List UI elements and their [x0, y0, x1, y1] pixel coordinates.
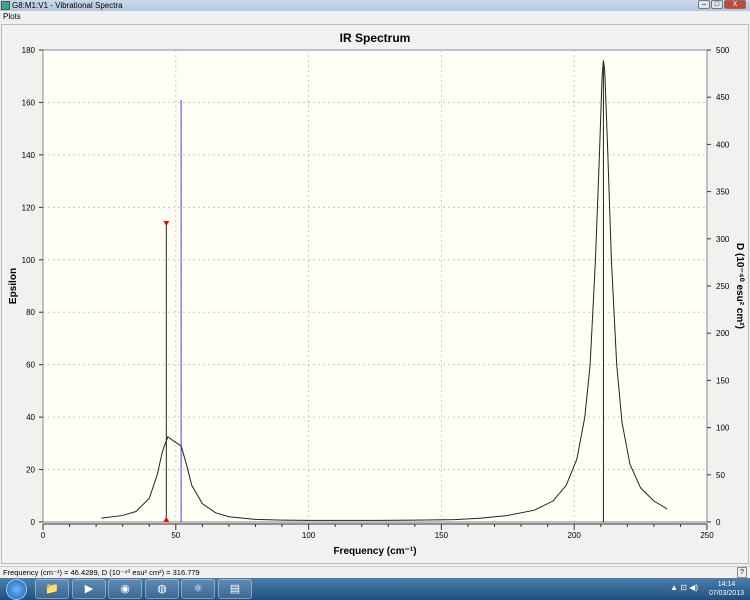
y2-tick-label: 100: [716, 424, 730, 433]
y2-tick-label: 250: [716, 282, 730, 291]
y-tick-label: 140: [22, 151, 36, 160]
clock[interactable]: 14:14 07/03/2013: [709, 580, 744, 598]
plot-area: [42, 49, 708, 523]
y-tick-label: 100: [22, 256, 36, 265]
taskbar: 📁 ▶ ◉ ◍ ⚛ ▤ ▲ ⊡ ◀) 14:14 07/03/2013: [0, 578, 750, 600]
x-tick-label: 100: [302, 531, 316, 540]
y-axis-label: Epsilon: [8, 268, 19, 304]
chrome-taskbar-icon[interactable]: ◉: [108, 579, 142, 599]
x-axis-label: Frequency (cm⁻¹): [333, 546, 416, 557]
y-tick-label: 180: [22, 46, 36, 55]
y2-tick-label: 450: [716, 93, 730, 102]
menu-plots[interactable]: Plots: [3, 12, 21, 21]
gaussview-taskbar-icon[interactable]: ⚛: [181, 579, 215, 599]
y-tick-label: 40: [26, 413, 35, 422]
app-icon: [1, 1, 10, 10]
minimize-button[interactable]: –: [698, 0, 710, 9]
ir-spectrum-chart[interactable]: IR Spectrum0 50 100 150 200 25002040608010012…: [2, 25, 750, 565]
y-tick-label: 20: [26, 466, 35, 475]
y2-tick-label: 300: [716, 235, 730, 244]
start-button[interactable]: [6, 579, 27, 600]
document-taskbar-icon[interactable]: ▤: [218, 579, 252, 599]
clock-time: 14:14: [717, 581, 736, 588]
y-tick-label: 160: [22, 98, 36, 107]
tray-icons[interactable]: ▲ ⊡ ◀): [670, 583, 698, 592]
x-tick-label: 0: [41, 531, 46, 540]
maximize-button[interactable]: □: [711, 0, 723, 9]
y2-tick-label: 0: [716, 518, 721, 527]
x-tick-label: 150: [435, 531, 449, 540]
menu-bar: Plots: [0, 11, 750, 23]
y-tick-label: 120: [22, 203, 36, 212]
chart-title: IR Spectrum: [340, 31, 411, 45]
clock-date: 07/03/2013: [708, 590, 744, 597]
status-readout: Frequency (cm⁻¹) = 46.4289, D (10⁻⁴⁰ esu…: [3, 568, 200, 577]
x-tick-label: 50: [171, 531, 180, 540]
y2-tick-label: 500: [716, 46, 730, 55]
y2-tick-label: 200: [716, 329, 730, 338]
y2-axis-label: D (10⁻⁴⁰ esu² cm²): [734, 243, 745, 329]
y2-tick-label: 400: [716, 140, 730, 149]
explorer-taskbar-icon[interactable]: 📁: [35, 579, 69, 599]
help-icon[interactable]: ?: [737, 567, 747, 578]
media-player-taskbar-icon[interactable]: ▶: [72, 579, 106, 599]
x-tick-label: 200: [568, 531, 582, 540]
x-tick-label: 250: [700, 531, 714, 540]
firefox-taskbar-icon[interactable]: ◍: [145, 579, 179, 599]
status-bar: Frequency (cm⁻¹) = 46.4289, D (10⁻⁴⁰ esu…: [0, 566, 750, 578]
title-bar: G8:M1:V1 - Vibrational Spectra – □ X: [0, 0, 750, 11]
chart-panel: IR Spectrum 0 50 100 150 200 250 0 20 40 60 80 100 12…: [1, 24, 749, 564]
y-tick-label: 60: [26, 361, 35, 370]
y2-tick-label: 50: [716, 471, 725, 480]
y-tick-label: 80: [26, 308, 35, 317]
close-button[interactable]: X: [724, 0, 746, 9]
y2-tick-label: 150: [716, 376, 730, 385]
window-title: G8:M1:V1 - Vibrational Spectra: [12, 1, 123, 10]
y2-tick-label: 350: [716, 188, 730, 197]
y-tick-label: 0: [31, 518, 36, 527]
